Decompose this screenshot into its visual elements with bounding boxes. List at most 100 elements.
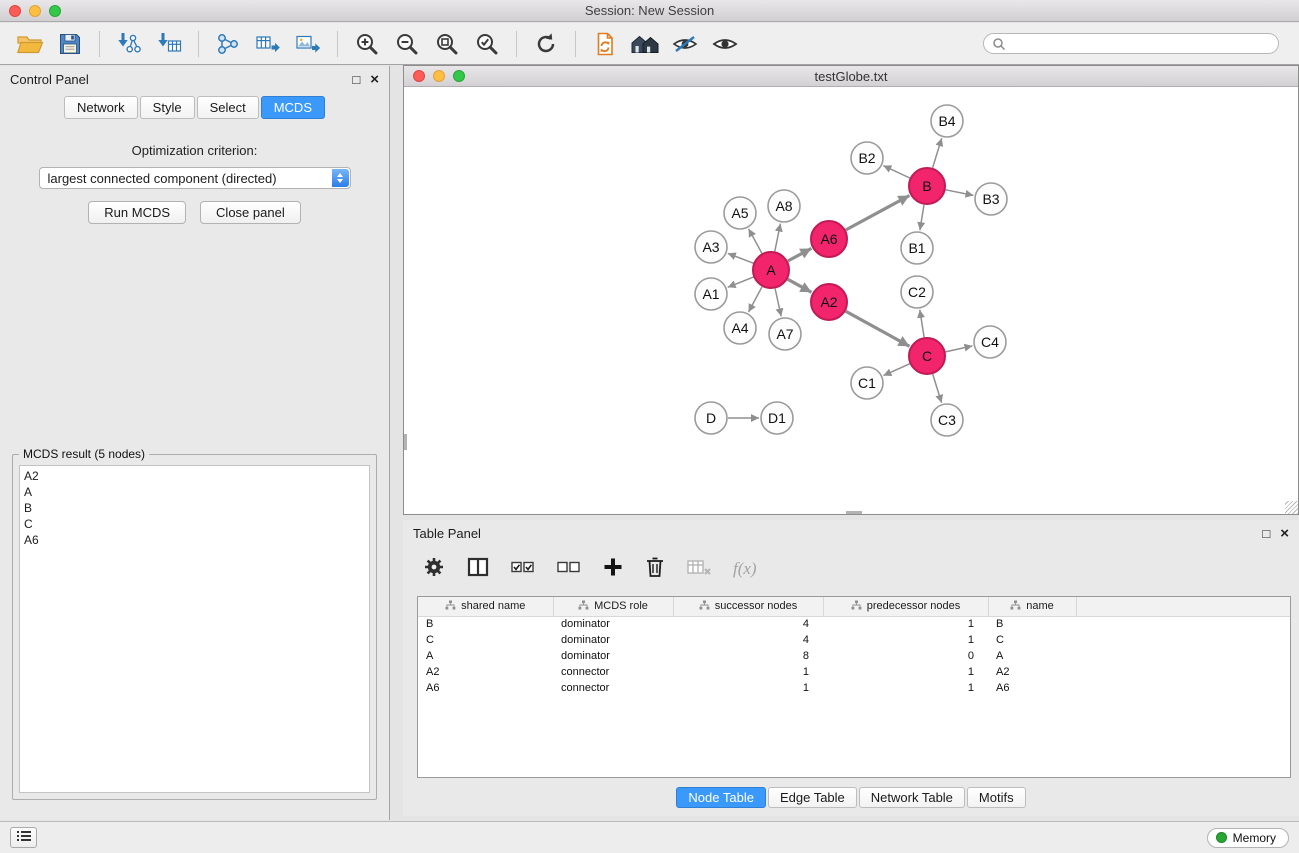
cell-MCDS-role[interactable]: connector [553,680,673,696]
select-all-columns-button[interactable] [511,559,535,580]
cell-name[interactable]: A6 [988,680,1076,696]
tab-network[interactable]: Network [64,96,138,119]
graph-edge-B-B3[interactable] [946,190,974,196]
run-mcds-button[interactable]: Run MCDS [88,201,186,224]
cell-MCDS-role[interactable]: dominator [553,648,673,664]
table-row[interactable]: Bdominator41B [418,616,1290,632]
graph-node-B[interactable]: B [909,168,945,204]
mcds-result-item[interactable]: C [24,516,365,532]
table-tab-motifs[interactable]: Motifs [967,787,1026,808]
cell-successor-nodes[interactable]: 4 [673,616,823,632]
mcds-result-item[interactable]: A6 [24,532,365,548]
cell-successor-nodes[interactable]: 1 [673,680,823,696]
cell-MCDS-role[interactable]: dominator [553,616,673,632]
search-input[interactable] [1011,37,1270,51]
tab-style[interactable]: Style [140,96,195,119]
graph-node-C1[interactable]: C1 [851,367,883,399]
column-header-name[interactable]: name [988,597,1076,616]
save-session-button[interactable] [50,28,90,60]
graph-edge-A-A5[interactable] [749,229,762,254]
graph-node-A2[interactable]: A2 [811,284,847,320]
column-header-predecessor-nodes[interactable]: predecessor nodes [823,597,988,616]
open-session-button[interactable] [10,28,50,60]
mcds-result-item[interactable]: B [24,500,365,516]
mcds-result-item[interactable]: A2 [24,468,365,484]
function-builder-button[interactable]: f(x) [733,559,757,579]
close-panel-button[interactable]: Close panel [200,201,301,224]
column-header-successor-nodes[interactable]: successor nodes [673,597,823,616]
cell-shared-name[interactable]: A2 [418,664,553,680]
v-scroll-indicator[interactable] [404,434,407,450]
network-minimize-button[interactable] [433,70,445,82]
close-window-button[interactable] [9,5,21,17]
graph-node-A6[interactable]: A6 [811,221,847,257]
graph-node-A7[interactable]: A7 [769,318,801,350]
network-zoom-button[interactable] [453,70,465,82]
zoom-fit-button[interactable] [427,28,467,60]
table-row[interactable]: A2connector11A2 [418,664,1290,680]
delete-table-button[interactable] [687,558,711,581]
cell-shared-name[interactable]: A6 [418,680,553,696]
graph-edge-A-A2[interactable] [788,279,812,292]
import-table-button[interactable] [149,28,189,60]
new-network-button[interactable] [208,28,248,60]
cell-MCDS-role[interactable]: connector [553,664,673,680]
graph-edge-C-C1[interactable] [883,364,909,376]
cell-shared-name[interactable]: C [418,632,553,648]
graph-edge-C-C4[interactable] [946,346,973,352]
graph-edge-B-B4[interactable] [933,138,942,168]
float-panel-icon[interactable]: □ [352,73,360,86]
resize-grip[interactable] [1285,501,1298,514]
graph-node-A1[interactable]: A1 [695,278,727,310]
home-button[interactable] [625,28,665,60]
table-settings-button[interactable] [423,556,445,583]
cell-successor-nodes[interactable]: 4 [673,632,823,648]
graph-edge-A-A1[interactable] [728,277,754,287]
cell-predecessor-nodes[interactable]: 0 [823,648,988,664]
graph-node-B1[interactable]: B1 [901,232,933,264]
zoom-in-button[interactable] [347,28,387,60]
tab-mcds[interactable]: MCDS [261,96,325,119]
graph-node-A[interactable]: A [753,252,789,288]
graph-edge-A-A6[interactable] [788,248,812,261]
cell-predecessor-nodes[interactable]: 1 [823,680,988,696]
cell-name[interactable]: A2 [988,664,1076,680]
graph-edge-B-B2[interactable] [883,166,910,178]
graph-edge-A2-C[interactable] [846,311,910,346]
export-image-button[interactable] [288,28,328,60]
network-canvas[interactable]: B4B2BB3B1A5A8A6A3AA1C2A2A4A7C4CC1C3DD1 [404,87,1298,514]
toolbar-search[interactable] [983,33,1279,54]
graph-node-A5[interactable]: A5 [724,197,756,229]
memory-button[interactable]: Memory [1207,828,1289,848]
cell-successor-nodes[interactable]: 8 [673,648,823,664]
graph-edge-A6-B[interactable] [846,196,910,231]
graph-node-C3[interactable]: C3 [931,404,963,436]
h-scroll-indicator[interactable] [846,511,862,514]
hide-details-button[interactable] [665,28,705,60]
graph-edge-A-A8[interactable] [775,224,781,252]
graph-node-C4[interactable]: C4 [974,326,1006,358]
zoom-selected-button[interactable] [467,28,507,60]
show-columns-button[interactable] [467,557,489,582]
create-column-button[interactable] [603,557,623,582]
graph-edge-C-C3[interactable] [933,374,942,403]
graph-node-A4[interactable]: A4 [724,312,756,344]
cell-shared-name[interactable]: B [418,616,553,632]
apply-layout-button[interactable] [526,28,566,60]
close-table-panel-icon[interactable]: × [1280,526,1289,541]
graph-node-B4[interactable]: B4 [931,105,963,137]
cell-predecessor-nodes[interactable]: 1 [823,632,988,648]
graph-edge-B-B1[interactable] [920,205,924,230]
unselect-all-columns-button[interactable] [557,559,581,580]
task-history-button[interactable] [10,827,37,848]
column-header-shared-name[interactable]: shared name [418,597,553,616]
graph-edge-A-A7[interactable] [775,289,781,317]
graph-node-A3[interactable]: A3 [695,231,727,263]
mcds-result-list[interactable]: A2ABCA6 [19,465,370,793]
delete-column-button[interactable] [645,556,665,583]
graph-edge-A-A3[interactable] [728,253,754,263]
table-row[interactable]: A6connector11A6 [418,680,1290,696]
graph-node-C2[interactable]: C2 [901,276,933,308]
table-row[interactable]: Adominator80A [418,648,1290,664]
column-header-MCDS-role[interactable]: MCDS role [553,597,673,616]
